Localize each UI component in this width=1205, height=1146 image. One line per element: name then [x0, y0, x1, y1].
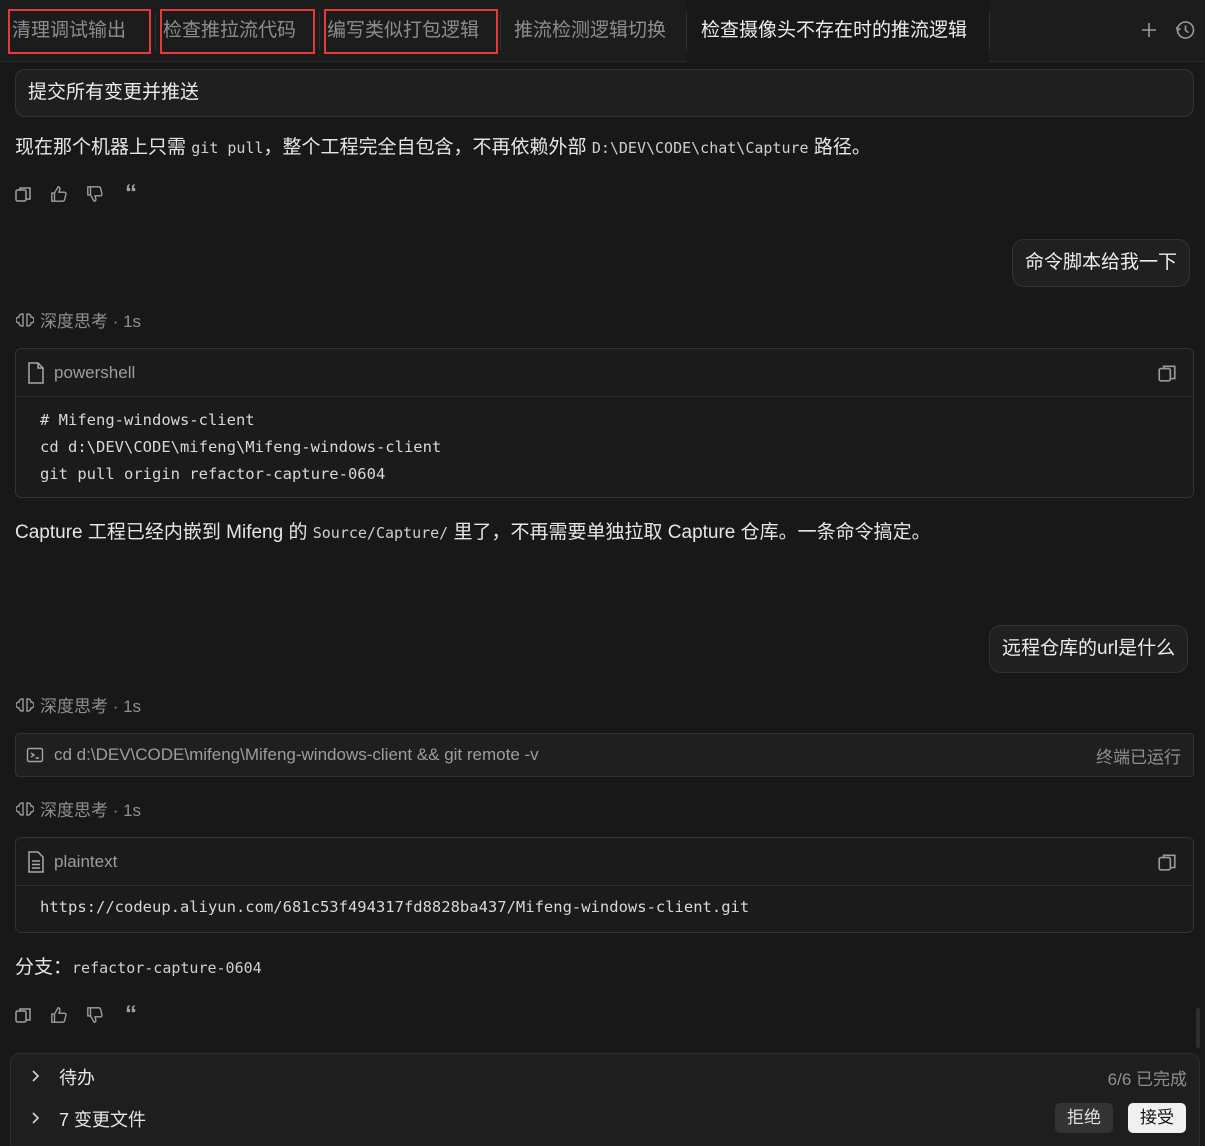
accept-button[interactable]: 接受: [1128, 1103, 1186, 1133]
copy-icon[interactable]: [1157, 363, 1177, 383]
thinking-indicator[interactable]: 深度思考 · 1s: [15, 796, 142, 821]
inline-code: D:\DEV\CODE\chat\Capture: [591, 139, 809, 157]
code-line: https://codeup.aliyun.com/681c53f494317f…: [40, 898, 750, 916]
reply-text: 路径。: [808, 137, 871, 158]
code-block-header: plaintext: [16, 838, 1193, 886]
tab-highlight-box: [160, 9, 315, 54]
terminal-icon: [26, 746, 44, 764]
code-language-label: powershell: [54, 362, 136, 382]
tab-divider: [155, 12, 156, 50]
tab-camera-missing-push-logic[interactable]: 检查摄像头不存在时的推流逻辑: [687, 0, 989, 62]
reply-text: ，整个工程完全自包含，不再依赖外部: [263, 137, 592, 158]
code-block-header: powershell: [16, 349, 1193, 397]
code-line: git pull origin refactor-capture-0604: [40, 465, 386, 483]
inline-code: Source/Capture/: [312, 524, 449, 542]
plus-icon[interactable]: [1135, 16, 1163, 44]
terminal-command-row[interactable]: cd d:\DEV\CODE\mifeng\Mifeng-windows-cli…: [15, 733, 1194, 777]
tab-highlight-box: [324, 9, 498, 54]
code-content[interactable]: https://codeup.aliyun.com/681c53f494317f…: [16, 886, 1193, 931]
history-icon[interactable]: [1171, 16, 1199, 44]
thumbs-up-icon[interactable]: [50, 1006, 68, 1024]
code-line: # Mifeng-windows-client: [40, 411, 255, 429]
scrollbar-thumb[interactable]: [1196, 1008, 1200, 1048]
quote-icon[interactable]: “: [122, 1001, 140, 1028]
brain-icon: [15, 696, 35, 714]
todo-status: 6/6 已完成: [1107, 1070, 1187, 1089]
file-icon: [26, 361, 46, 384]
code-block-plaintext: plaintext https://codeup.aliyun.com/681c…: [15, 837, 1194, 933]
inline-code: refactor-capture-0604: [72, 959, 262, 977]
code-language-label: plaintext: [54, 851, 118, 871]
user-message: 命令脚本给我一下: [1012, 239, 1191, 287]
thinking-label: 深度思考 · 1s: [40, 312, 142, 331]
reply-text: Capture 工程已经内嵌到 Mifeng 的: [15, 522, 313, 543]
reply-text: 分支：: [15, 957, 73, 978]
brain-icon: [15, 311, 35, 329]
tab-bar: 清理调试输出 检查推拉流代码 编写类似打包逻辑 推流检测逻辑切换 检查摄像头不存…: [0, 0, 1205, 62]
bottom-panel: 待办 6/6 已完成 7 变更文件 拒绝 接受: [10, 1053, 1200, 1146]
message-actions: “: [14, 180, 140, 207]
todo-label: 待办: [59, 1068, 95, 1088]
copy-icon[interactable]: [14, 1006, 32, 1024]
thumbs-down-icon[interactable]: [86, 1006, 104, 1024]
reply-text: 现在那个机器上只需: [15, 137, 192, 158]
tab-divider: [989, 12, 990, 50]
message-actions: “: [14, 1001, 140, 1028]
changed-files-label: 7 变更文件: [59, 1110, 147, 1130]
code-line: cd d:\DEV\CODE\mifeng\Mifeng-windows-cli…: [40, 438, 442, 456]
tab-divider: [500, 12, 501, 50]
quote-icon[interactable]: “: [122, 180, 140, 207]
assistant-reply: Capture 工程已经内嵌到 Mifeng 的 Source/Capture/…: [15, 517, 931, 544]
chevron-right-icon: [31, 1109, 43, 1130]
changed-files-row[interactable]: 7 变更文件: [31, 1106, 146, 1132]
tab-highlight-box: [8, 9, 151, 54]
tab-divider: [319, 12, 320, 50]
tab-push-detection-switch[interactable]: 推流检测逻辑切换: [514, 0, 666, 62]
terminal-status: 终端已运行: [1096, 747, 1181, 767]
copy-icon[interactable]: [14, 185, 32, 203]
user-message: 远程仓库的url是什么: [989, 625, 1189, 673]
chevron-right-icon: [31, 1067, 43, 1088]
code-content[interactable]: # Mifeng-windows-client cd d:\DEV\CODE\mi…: [16, 397, 1193, 498]
thumbs-down-icon[interactable]: [86, 185, 104, 203]
todo-row[interactable]: 待办: [31, 1064, 95, 1090]
thumbs-up-icon[interactable]: [50, 185, 68, 203]
brain-icon: [15, 800, 35, 818]
assistant-reply: 分支：refactor-capture-0604: [15, 952, 262, 979]
reply-text: 里了，不再需要单独拉取 Capture 仓库。一条命令搞定。: [448, 522, 931, 543]
thinking-label: 深度思考 · 1s: [40, 801, 142, 820]
thinking-indicator[interactable]: 深度思考 · 1s: [15, 307, 142, 332]
copy-icon[interactable]: [1157, 852, 1177, 872]
text-file-icon: [26, 850, 46, 873]
code-block-powershell: powershell # Mifeng-windows-client cd d:\…: [15, 348, 1194, 498]
thinking-indicator[interactable]: 深度思考 · 1s: [15, 692, 142, 717]
terminal-command: cd d:\DEV\CODE\mifeng\Mifeng-windows-cli…: [54, 745, 539, 764]
thinking-label: 深度思考 · 1s: [40, 697, 142, 716]
tab-label: 推流检测逻辑切换: [514, 20, 667, 41]
inline-code: git pull: [191, 139, 264, 157]
tab-label: 检查摄像头不存在时的推流逻辑: [701, 20, 968, 41]
prompt-summary: 提交所有变更并推送: [15, 69, 1194, 117]
reject-button[interactable]: 拒绝: [1055, 1103, 1113, 1133]
assistant-reply: 现在那个机器上只需 git pull，整个工程完全自包含，不再依赖外部 D:\D…: [15, 132, 871, 159]
